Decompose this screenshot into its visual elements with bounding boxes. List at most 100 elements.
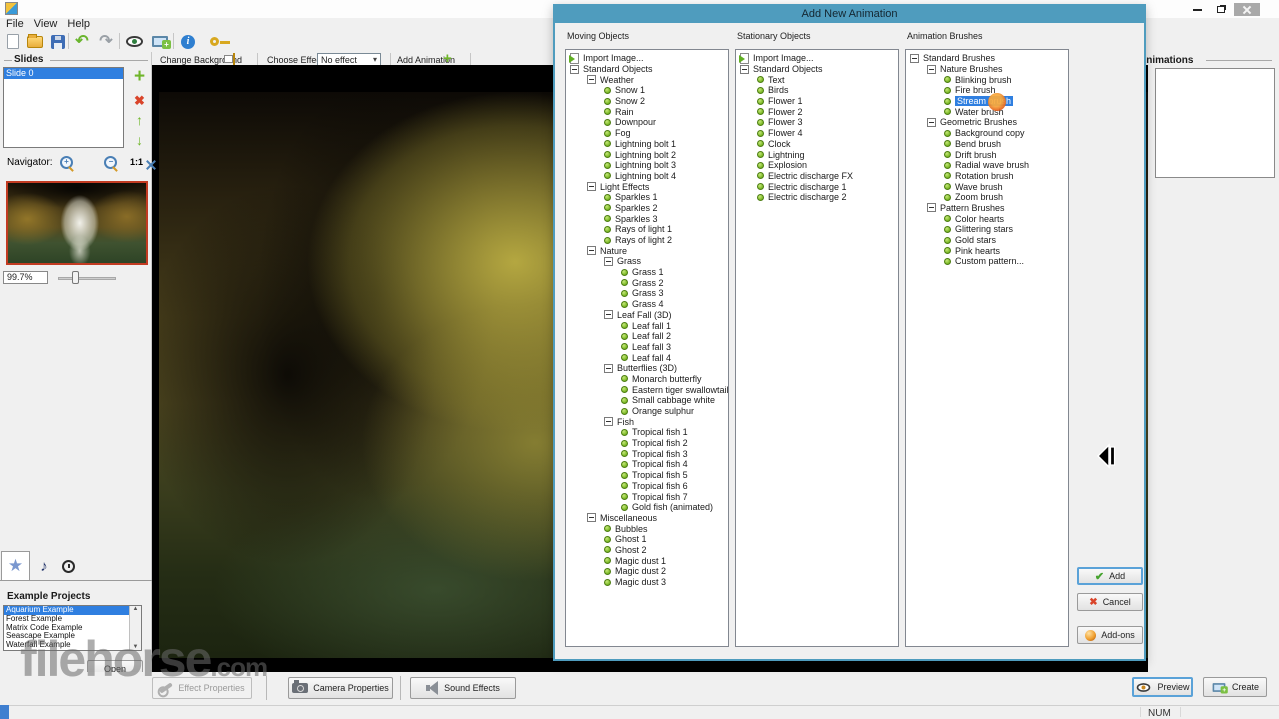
tree-item[interactable]: Tropical fish 2 xyxy=(566,438,728,449)
zoom-out-button[interactable] xyxy=(104,156,118,170)
collapse-minus-icon[interactable] xyxy=(587,246,596,255)
tree-item[interactable]: Tropical fish 3 xyxy=(566,448,728,459)
change-background-button[interactable] xyxy=(233,54,235,64)
moving-objects-tree[interactable]: Import Image...Standard ObjectsWeatherSn… xyxy=(565,49,729,647)
collapse-minus-icon[interactable] xyxy=(927,203,936,212)
tree-item[interactable]: Lightning bolt 1 xyxy=(566,139,728,150)
add-animation-button[interactable]: + xyxy=(443,52,452,65)
tree-item[interactable]: Tropical fish 6 xyxy=(566,481,728,492)
minimize-button[interactable] xyxy=(1186,3,1208,16)
tree-item[interactable]: Zoom brush xyxy=(906,192,1068,203)
tree-item[interactable]: Nature Brushes xyxy=(906,64,1068,75)
effect-properties-button[interactable]: Effect Properties xyxy=(152,677,252,699)
tree-item[interactable]: Rain xyxy=(566,106,728,117)
create-button[interactable]: Create xyxy=(1203,677,1267,697)
scroll-down-icon[interactable]: ▼ xyxy=(130,644,141,650)
cancel-button[interactable]: ✖ Cancel xyxy=(1077,593,1143,611)
preview-toolbar-button[interactable] xyxy=(124,32,144,51)
new-document-button[interactable] xyxy=(3,32,23,51)
tree-item[interactable]: Rotation brush xyxy=(906,171,1068,182)
tree-item[interactable]: Leaf fall 4 xyxy=(566,352,728,363)
tree-item[interactable]: Flower 1 xyxy=(736,96,898,107)
dialog-title-bar[interactable]: Add New Animation xyxy=(555,6,1144,23)
collapse-minus-icon[interactable] xyxy=(927,65,936,74)
tree-item[interactable]: Lightning xyxy=(736,149,898,160)
navigator-thumbnail[interactable] xyxy=(6,181,148,265)
tree-item[interactable]: Miscellaneous xyxy=(566,513,728,524)
tree-item[interactable]: Grass 2 xyxy=(566,277,728,288)
tree-item[interactable]: Explosion xyxy=(736,160,898,171)
tree-item[interactable]: Rays of light 1 xyxy=(566,224,728,235)
tree-item[interactable]: Text xyxy=(736,74,898,85)
tree-item[interactable]: Flower 4 xyxy=(736,128,898,139)
tree-item[interactable]: Clock xyxy=(736,139,898,150)
tree-item[interactable]: Bend brush xyxy=(906,139,1068,150)
tree-item[interactable]: Tropical fish 1 xyxy=(566,427,728,438)
add-slide-button[interactable]: + xyxy=(130,69,149,85)
move-slide-down-button[interactable]: ↓ xyxy=(130,132,149,148)
menu-item-view[interactable]: View xyxy=(34,18,58,31)
tree-item[interactable]: Background copy xyxy=(906,128,1068,139)
tree-item[interactable]: Leaf fall 3 xyxy=(566,342,728,353)
tab-projects[interactable]: ★ xyxy=(1,551,30,580)
tree-item[interactable]: Eastern tiger swallowtail xyxy=(566,384,728,395)
collapse-minus-icon[interactable] xyxy=(570,65,579,74)
register-button[interactable] xyxy=(204,32,224,51)
tree-item[interactable]: Custom pattern... xyxy=(906,256,1068,267)
move-slide-up-button[interactable]: ↑ xyxy=(130,112,149,128)
zoom-in-button[interactable] xyxy=(60,156,74,170)
tree-item[interactable]: Snow 1 xyxy=(566,85,728,96)
redo-button[interactable]: ↷ xyxy=(96,32,116,51)
tree-item[interactable]: Lightning bolt 3 xyxy=(566,160,728,171)
menu-item-help[interactable]: Help xyxy=(67,18,90,31)
tree-item[interactable]: Standard Objects xyxy=(736,64,898,75)
tree-item[interactable]: Ghost 1 xyxy=(566,534,728,545)
tree-item[interactable]: Leaf fall 1 xyxy=(566,320,728,331)
zoom-slider-thumb[interactable] xyxy=(72,271,79,284)
tree-item[interactable]: Glittering stars xyxy=(906,224,1068,235)
tree-item[interactable]: Standard Brushes xyxy=(906,53,1068,64)
menu-item-file[interactable]: File xyxy=(6,18,24,31)
camera-properties-button[interactable]: Camera Properties xyxy=(288,677,393,699)
tree-item[interactable]: Electric discharge 2 xyxy=(736,192,898,203)
collapse-minus-icon[interactable] xyxy=(927,118,936,127)
tree-item[interactable]: Leaf fall 2 xyxy=(566,331,728,342)
projects-scrollbar[interactable]: ▲ ▼ xyxy=(129,606,141,650)
collapse-minus-icon[interactable] xyxy=(604,417,613,426)
tree-item[interactable]: Fire brush xyxy=(906,85,1068,96)
undo-button[interactable]: ↶ xyxy=(72,32,92,51)
tree-item[interactable]: Snow 2 xyxy=(566,96,728,107)
animation-brushes-tree[interactable]: Standard BrushesNature BrushesBlinking b… xyxy=(905,49,1069,647)
restore-button[interactable] xyxy=(1210,3,1232,16)
tree-item[interactable]: Wave brush xyxy=(906,181,1068,192)
tab-music[interactable]: ♪ xyxy=(33,555,55,577)
tree-item[interactable]: Magic dust 2 xyxy=(566,566,728,577)
tree-item[interactable]: Bubbles xyxy=(566,523,728,534)
animations-list[interactable] xyxy=(1155,68,1275,178)
tree-item[interactable]: Tropical fish 7 xyxy=(566,491,728,502)
slides-list[interactable]: Slide 0 xyxy=(3,67,124,148)
tree-item[interactable]: Geometric Brushes xyxy=(906,117,1068,128)
add-button[interactable]: ✔ Add xyxy=(1077,567,1143,585)
tree-item[interactable]: Pink hearts xyxy=(906,245,1068,256)
tree-item[interactable]: Lightning bolt 2 xyxy=(566,149,728,160)
tree-item[interactable]: Gold stars xyxy=(906,235,1068,246)
scroll-up-icon[interactable]: ▲ xyxy=(130,606,141,612)
tree-item[interactable]: Monarch butterfly xyxy=(566,374,728,385)
stationary-objects-tree[interactable]: Import Image...Standard ObjectsTextBirds… xyxy=(735,49,899,647)
tree-item[interactable]: Nature xyxy=(566,245,728,256)
info-button[interactable]: i xyxy=(178,32,198,51)
tree-item[interactable]: Birds xyxy=(736,85,898,96)
tree-item[interactable]: Tropical fish 4 xyxy=(566,459,728,470)
tree-item[interactable]: Downpour xyxy=(566,117,728,128)
tree-item[interactable]: Water brush xyxy=(906,106,1068,117)
tree-item[interactable]: Small cabbage white xyxy=(566,395,728,406)
tree-item[interactable]: Magic dust 1 xyxy=(566,555,728,566)
create-movie-button[interactable] xyxy=(150,32,170,51)
tree-item[interactable]: Import Image... xyxy=(566,53,728,64)
addons-button[interactable]: Add-ons xyxy=(1077,626,1143,644)
tree-item[interactable]: Leaf Fall (3D) xyxy=(566,310,728,321)
sound-effects-button[interactable]: Sound Effects xyxy=(410,677,516,699)
tree-item[interactable]: Gold fish (animated) xyxy=(566,502,728,513)
collapse-minus-icon[interactable] xyxy=(587,513,596,522)
